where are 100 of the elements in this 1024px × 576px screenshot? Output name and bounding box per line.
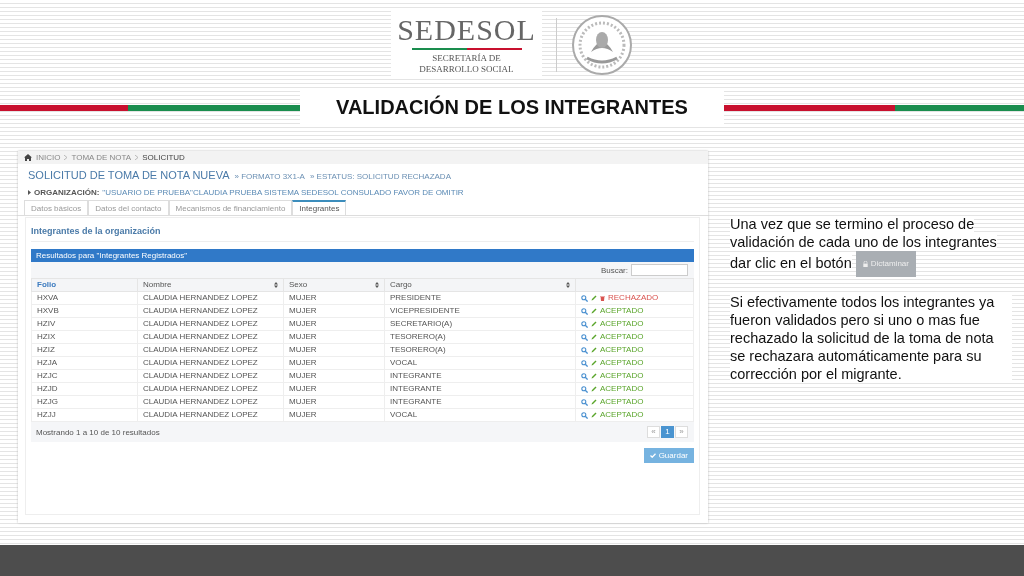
status-text: ACEPTADO [600,346,644,354]
table-cell: HZIZ [31,343,138,357]
table-cell: TESORERO(A) [384,343,576,357]
chevron-icon [28,190,31,195]
status-text: ACEPTADO [600,320,644,328]
search-icon[interactable] [581,398,588,406]
sort-icon [566,282,570,288]
sort-icon [274,282,278,288]
table-cell: TESORERO(A) [384,330,576,344]
table-cell: VOCAL [384,408,576,422]
explanation-text: Si efectivamente todos los integrantes ya fueron validados pero si uno o mas fue rechazado la solicitud de la toma de nota se rechazara automáticamente para su corrección por el migrante. [730,293,1012,383]
page-button[interactable]: « [647,426,660,438]
pencil-icon[interactable] [591,386,597,392]
search-icon[interactable] [581,385,588,393]
pencil-icon[interactable] [591,295,597,301]
pencil-icon[interactable] [591,360,597,366]
table-cell: CLAUDIA HERNANDEZ LOPEZ [137,369,284,383]
table-cell: CLAUDIA HERNANDEZ LOPEZ [137,356,284,370]
table-cell: SECRETARIO(A) [384,317,576,331]
table-cell: CLAUDIA HERNANDEZ LOPEZ [137,408,284,422]
status-text: ACEPTADO [600,359,644,367]
breadcrumb-link[interactable]: INICIO [36,153,61,162]
search-icon[interactable] [581,333,588,341]
trash-icon[interactable] [600,295,605,301]
pencil-icon[interactable] [591,321,597,327]
section-title: Integrantes de la organización [31,218,694,242]
table-cell: MUJER [283,317,385,331]
table-cell: CLAUDIA HERNANDEZ LOPEZ [137,343,284,357]
table-cell: VICEPRESIDENTE [384,304,576,318]
page-title: SOLICITUD DE TOMA DE NOTA NUEVA [28,169,230,181]
pencil-icon[interactable] [591,399,597,405]
tab[interactable]: Integrantes [292,200,347,215]
table-cell: MUJER [283,395,385,409]
table-cell: MUJER [283,369,385,383]
check-icon [649,453,656,458]
table-cell: MUJER [283,304,385,318]
pencil-icon[interactable] [591,347,597,353]
organization-label: ORGANIZACIÓN: [34,188,100,197]
slide-title: VALIDACIÓN DE LOS INTEGRANTES [300,90,724,125]
table-cell: MUJER [283,291,385,305]
search-label: Buscar: [600,265,628,275]
status-text: ACEPTADO [600,398,644,406]
column-header[interactable]: Sexo [289,281,308,289]
sort-icon [375,282,379,288]
table-cell: HZIV [31,317,138,331]
search-field[interactable] [631,264,688,276]
lock-icon [862,261,868,267]
chevron-icon [135,155,139,160]
table-cell: HZIX [31,330,138,344]
search-icon[interactable] [581,346,588,354]
search-icon[interactable] [581,359,588,367]
page-button[interactable]: » [675,426,688,438]
results-count: Mostrando 1 a 10 de 10 resultados [36,427,160,437]
status-text: ACEPTADO [600,307,644,315]
table-cell: HZJA [31,356,138,370]
table-cell: MUJER [283,330,385,344]
table-cell: INTEGRANTE [384,395,576,409]
search-icon[interactable] [581,320,588,328]
table-cell: MUJER [283,356,385,370]
search-icon[interactable] [581,307,588,315]
table-cell: CLAUDIA HERNANDEZ LOPEZ [137,382,284,396]
table-cell: HZJD [31,382,138,396]
column-header[interactable]: Nombre [143,281,172,289]
table-cell: HXVB [31,304,138,318]
pencil-icon[interactable] [591,412,597,418]
tab[interactable]: Datos básicos [24,200,89,215]
table-cell: HZJC [31,369,138,383]
table-cell: HXVA [31,291,138,305]
status-text: ACEPTADO [600,333,644,341]
table-cell: VOCAL [384,356,576,370]
table-cell: CLAUDIA HERNANDEZ LOPEZ [137,291,284,305]
table-cell: CLAUDIA HERNANDEZ LOPEZ [137,395,284,409]
format-label: » FORMATO 3X1-A [234,172,305,181]
breadcrumb-link[interactable]: TOMA DE NOTA [71,153,132,162]
page-button[interactable]: 1 [661,426,674,438]
search-icon[interactable] [581,411,588,419]
table-cell: CLAUDIA HERNANDEZ LOPEZ [137,304,284,318]
table-cell: CLAUDIA HERNANDEZ LOPEZ [137,330,284,344]
search-icon[interactable] [581,372,588,380]
table-cell: HZJG [31,395,138,409]
tab[interactable]: Datos del contacto [88,200,169,215]
dictaminar-button[interactable]: Dictaminar [855,251,916,277]
pencil-icon[interactable] [591,373,597,379]
pencil-icon[interactable] [591,308,597,314]
table-cell: INTEGRANTE [384,369,576,383]
table-cell: INTEGRANTE [384,382,576,396]
table-cell: CLAUDIA HERNANDEZ LOPEZ [137,317,284,331]
column-header[interactable]: Folio [37,281,57,289]
status-label: » ESTATUS: SOLICITUD RECHAZADA [309,172,451,181]
tab[interactable]: Mecanismos de financiamiento [168,200,293,215]
table-cell: MUJER [283,408,385,422]
status-text: ACEPTADO [600,385,644,393]
table-cell: MUJER [283,382,385,396]
search-icon[interactable] [581,294,588,302]
status-text: ACEPTADO [600,372,644,380]
breadcrumb-link[interactable]: SOLICITUD [142,153,185,162]
table-cell: MUJER [283,343,385,357]
column-header[interactable]: Cargo [390,281,412,289]
save-button[interactable]: Guardar [643,448,694,463]
pencil-icon[interactable] [591,334,597,340]
